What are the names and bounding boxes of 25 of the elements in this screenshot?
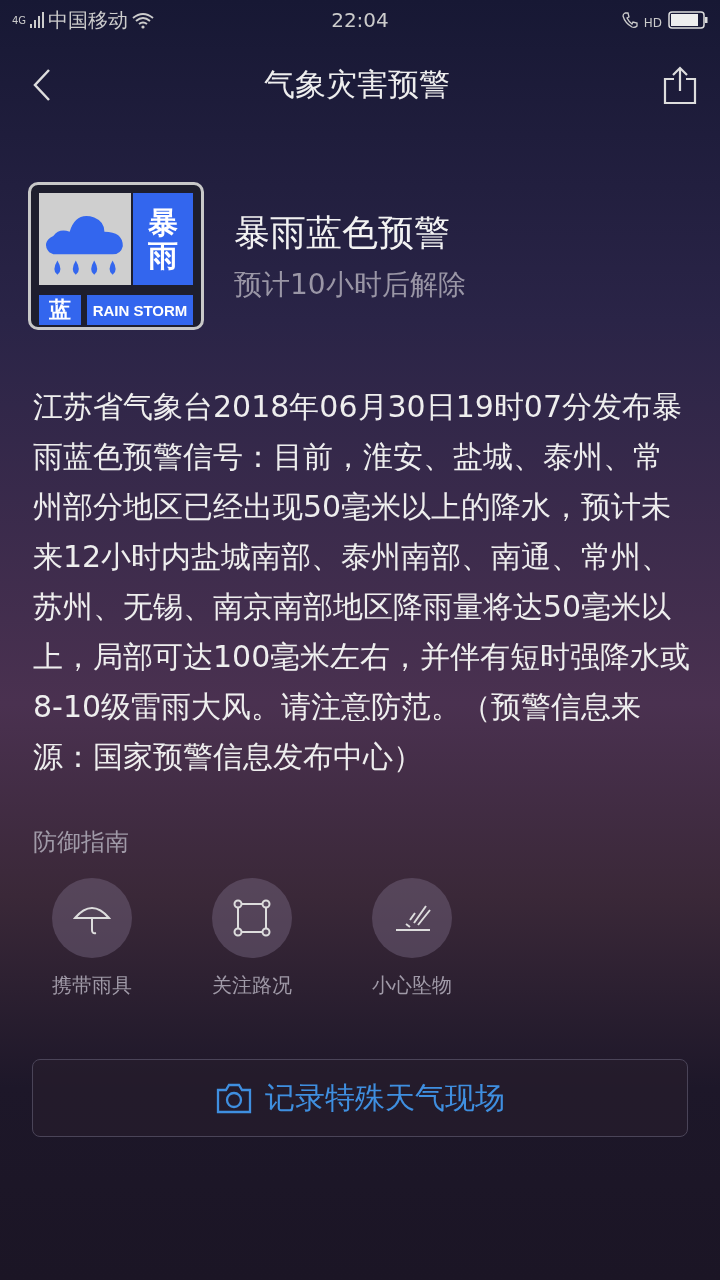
badge-label: 暴 (148, 206, 178, 239)
status-time: 22:04 (331, 8, 389, 32)
badge-level-label: 蓝 (39, 295, 81, 325)
guide-label: 携带雨具 (52, 972, 132, 999)
signal-icon (30, 12, 45, 28)
rain-cloud-icon (39, 193, 131, 285)
record-weather-button[interactable]: 记录特殊天气现场 (32, 1059, 688, 1137)
network-type: 4G (12, 14, 27, 26)
warning-expiry: 预计10小时后解除 (234, 266, 466, 303)
warning-title: 暴雨蓝色预警 (234, 210, 451, 255)
camera-icon (215, 1082, 253, 1114)
guide-heading: 防御指南 (33, 827, 130, 858)
back-button[interactable] (32, 68, 52, 102)
wifi-icon (132, 11, 155, 29)
carrier-name: 中国移动 (48, 6, 129, 34)
badge-label: 雨 (148, 239, 178, 272)
phone-icon (621, 11, 638, 29)
page-title: 气象灾害预警 (264, 65, 450, 104)
battery-icon (668, 11, 708, 29)
share-button[interactable] (662, 65, 698, 105)
guide-label: 小心坠物 (372, 972, 452, 999)
guide-label: 关注路况 (212, 972, 292, 999)
hd-label: HD (643, 16, 662, 30)
badge-english-label: RAIN STORM (87, 295, 193, 325)
warning-description: 江苏省气象台2018年06月30日19时07分发布暴雨蓝色预警信号：目前，淮安、盐城、泰州、常州部分地区已经出现50毫米以上的降水，预计未来12小时内盐城南部、泰州南部、南通、常州、苏州、无锡、南京南部地区降雨量将达50毫米以上，局部可达100毫米左右，并伴有短时强降水或8-10级雷雨大风。请注意防范。（预警信息来源：国家预警信息发布中心） (33, 388, 692, 776)
